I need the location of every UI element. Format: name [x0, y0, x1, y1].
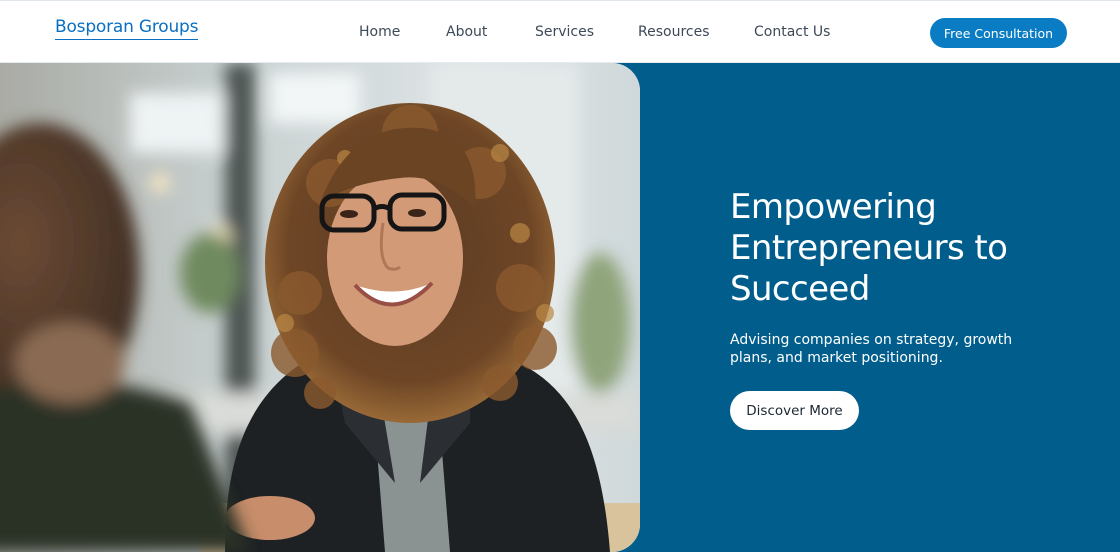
nav-link-home[interactable]: Home — [359, 24, 400, 40]
discover-more-button[interactable]: Discover More — [730, 391, 859, 430]
hero-photo — [0, 63, 640, 552]
hero-photo-illustration — [0, 63, 640, 552]
free-consultation-button[interactable]: Free Consultation — [930, 18, 1067, 48]
site-header: Bosporan Groups Home About Services Reso… — [0, 0, 1120, 63]
hero-section: Empowering Entrepreneurs to Succeed Advi… — [0, 63, 1120, 552]
nav-link-resources[interactable]: Resources — [638, 24, 710, 40]
nav-link-services[interactable]: Services — [535, 24, 594, 40]
hero-subtitle: Advising companies on strategy, growth p… — [730, 332, 1013, 366]
nav-link-contact[interactable]: Contact Us — [754, 24, 830, 40]
hero-title: Empowering Entrepreneurs to Succeed — [730, 187, 1008, 309]
brand-logo[interactable]: Bosporan Groups — [55, 17, 199, 40]
nav-link-about[interactable]: About — [446, 24, 487, 40]
